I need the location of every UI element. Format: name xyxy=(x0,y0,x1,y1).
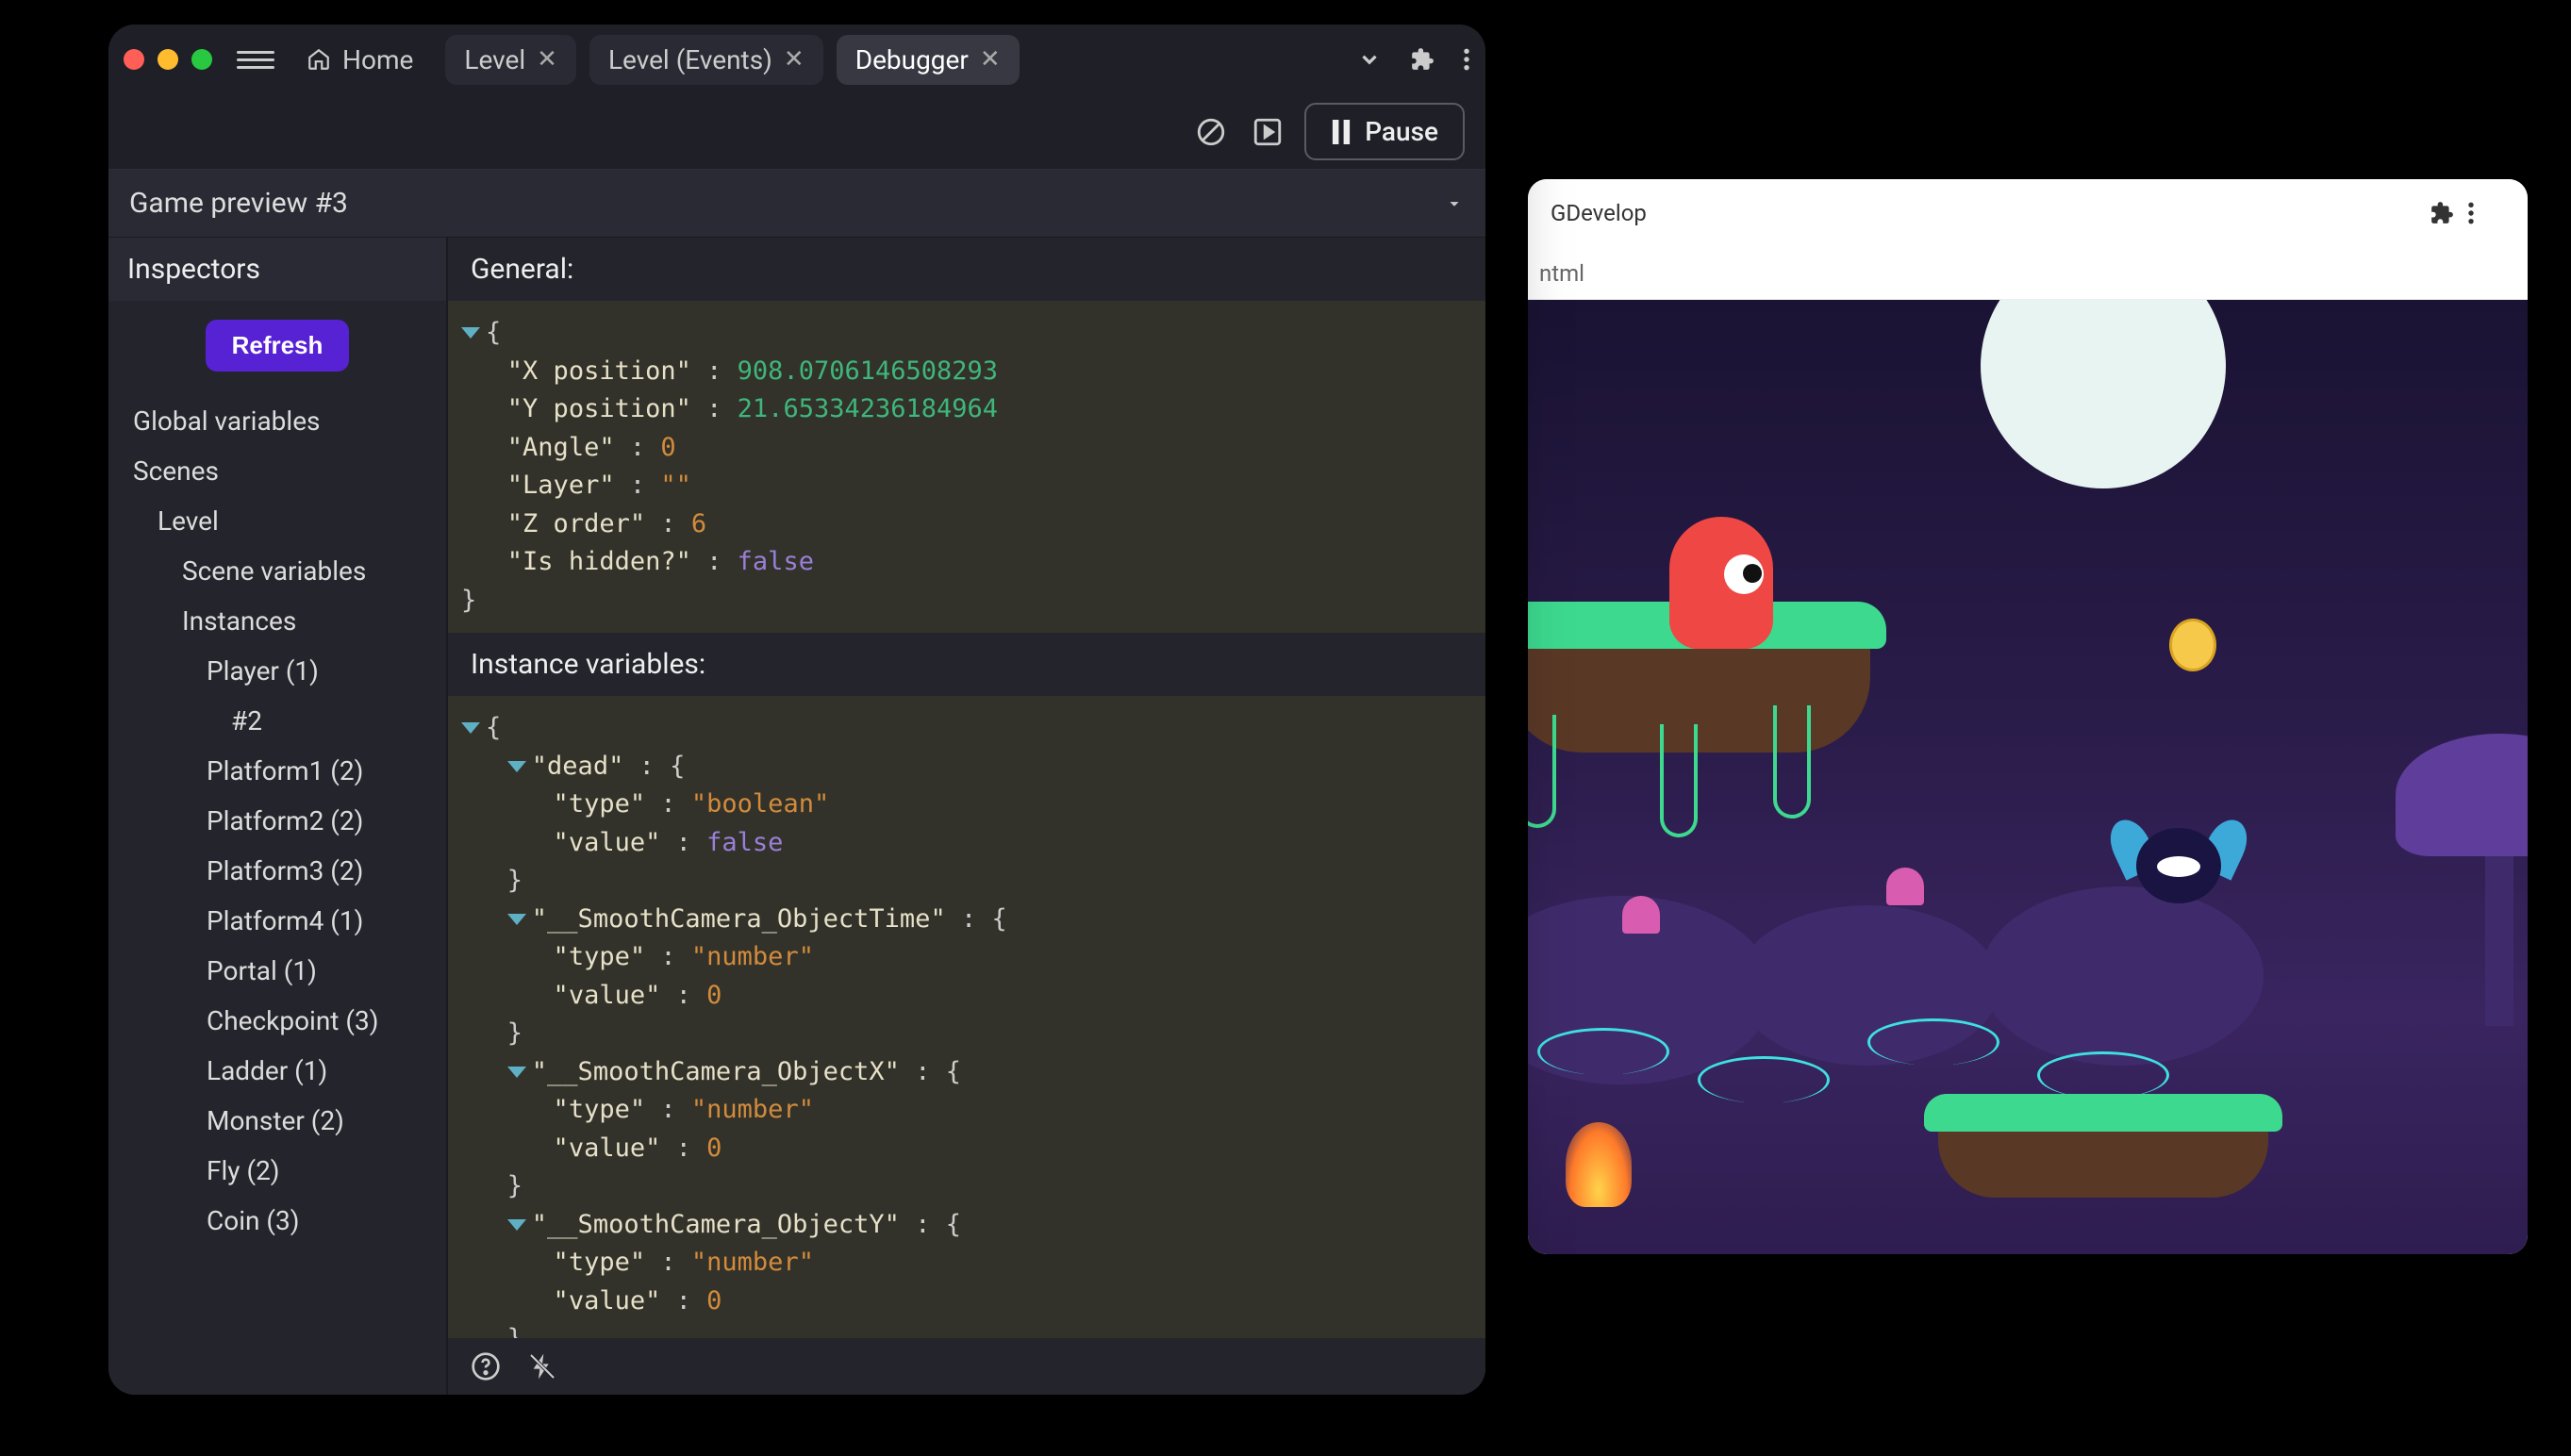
tab-label: Debugger xyxy=(855,44,969,75)
game-title: GDevelop xyxy=(1551,200,2430,226)
tree-ladder[interactable]: Ladder (1) xyxy=(108,1046,446,1096)
game-canvas[interactable] xyxy=(1528,300,2528,1254)
tree-platform4[interactable]: Platform4 (1) xyxy=(108,896,446,946)
debugger-toolbar: Pause xyxy=(108,94,1485,170)
preview-selector[interactable]: Game preview #3 xyxy=(108,170,1485,238)
inspectors-panel: Inspectors Refresh Global variables Scen… xyxy=(108,238,448,1395)
main-split: Inspectors Refresh Global variables Scen… xyxy=(108,238,1485,1395)
refresh-button[interactable]: Refresh xyxy=(206,320,350,372)
game-titlebar: GDevelop xyxy=(1528,179,2528,247)
chevron-down-icon[interactable] xyxy=(1357,47,1382,72)
mushroom-sprite xyxy=(1886,868,1924,905)
play-preview-icon[interactable] xyxy=(1248,112,1287,152)
help-icon[interactable] xyxy=(471,1351,501,1382)
platform-sprite xyxy=(1924,1094,2282,1207)
fly-enemy-sprite xyxy=(2122,828,2235,932)
close-icon[interactable]: ✕ xyxy=(980,45,1001,74)
tree-sprite xyxy=(2396,734,2528,1035)
detail-footer xyxy=(448,1338,1485,1395)
tree-coin[interactable]: Coin (3) xyxy=(108,1196,446,1246)
flash-off-icon[interactable] xyxy=(527,1351,557,1382)
instance-vars-json[interactable]: { "dead" : { "type" : "boolean" "value" … xyxy=(448,696,1485,1338)
general-header: General: xyxy=(448,238,1485,301)
close-icon[interactable]: ✕ xyxy=(784,45,804,74)
tree-platform1[interactable]: Platform1 (2) xyxy=(108,746,446,796)
moon-sprite xyxy=(1981,300,2226,488)
tree-scenes[interactable]: Scenes xyxy=(108,446,446,496)
chevron-down-icon xyxy=(1444,193,1465,214)
tab-level[interactable]: Level ✕ xyxy=(445,35,576,85)
editor-window: Home Level ✕ Level (Events) ✕ Debugger ✕ xyxy=(108,25,1485,1395)
tab-level-events[interactable]: Level (Events) ✕ xyxy=(589,35,823,85)
url-fragment: ntml xyxy=(1539,260,1584,287)
detail-panel: General: { "X position" : 908.0706146508… xyxy=(448,238,1485,1395)
tree-platform3[interactable]: Platform3 (2) xyxy=(108,846,446,896)
more-icon[interactable] xyxy=(2467,201,2505,225)
pause-icon xyxy=(1331,120,1352,144)
fire-sprite xyxy=(1566,1122,1632,1207)
inspectors-header: Inspectors xyxy=(108,238,446,301)
tree-global-variables[interactable]: Global variables xyxy=(108,396,446,446)
tree-fly[interactable]: Fly (2) xyxy=(108,1146,446,1196)
window-controls xyxy=(124,49,212,70)
tab-debugger[interactable]: Debugger ✕ xyxy=(837,35,1020,85)
game-url-bar: ntml xyxy=(1528,247,2528,300)
close-icon[interactable]: ✕ xyxy=(537,45,557,74)
tree-portal[interactable]: Portal (1) xyxy=(108,946,446,996)
preview-label: Game preview #3 xyxy=(129,187,348,220)
minimize-window-button[interactable] xyxy=(158,49,178,70)
home-icon xyxy=(307,47,331,72)
tree-instances[interactable]: Instances xyxy=(108,596,446,646)
tab-home[interactable]: Home xyxy=(288,35,432,85)
tree-level[interactable]: Level xyxy=(108,496,446,546)
extension-icon[interactable] xyxy=(1410,47,1435,72)
tab-label: Home xyxy=(342,44,413,75)
general-json[interactable]: { "X position" : 908.0706146508293 "Y po… xyxy=(448,301,1485,633)
titlebar: Home Level ✕ Level (Events) ✕ Debugger ✕ xyxy=(108,25,1485,94)
extension-icon[interactable] xyxy=(2430,201,2467,225)
close-window-button[interactable] xyxy=(124,49,144,70)
pause-button[interactable]: Pause xyxy=(1304,103,1465,160)
tree-checkpoint[interactable]: Checkpoint (3) xyxy=(108,996,446,1046)
tree-scene-variables[interactable]: Scene variables xyxy=(108,546,446,596)
tree-player[interactable]: Player (1) xyxy=(108,646,446,696)
menu-button[interactable] xyxy=(237,51,274,69)
maximize-window-button[interactable] xyxy=(191,49,212,70)
mushroom-sprite xyxy=(1622,896,1660,934)
pause-label: Pause xyxy=(1365,116,1438,147)
tree-monster[interactable]: Monster (2) xyxy=(108,1096,446,1146)
inspector-tree[interactable]: Global variables Scenes Level Scene vari… xyxy=(108,390,446,1395)
coin-sprite xyxy=(2169,619,2216,671)
disable-icon[interactable] xyxy=(1191,112,1231,152)
more-icon[interactable] xyxy=(1463,47,1470,72)
game-preview-window: GDevelop ntml xyxy=(1528,179,2528,1254)
player-sprite xyxy=(1669,517,1773,649)
instance-vars-header: Instance variables: xyxy=(448,633,1485,696)
tree-platform2[interactable]: Platform2 (2) xyxy=(108,796,446,846)
tree-instance-number[interactable]: #2 xyxy=(108,696,446,746)
tab-label: Level (Events) xyxy=(608,44,772,75)
tab-label: Level xyxy=(464,44,525,75)
